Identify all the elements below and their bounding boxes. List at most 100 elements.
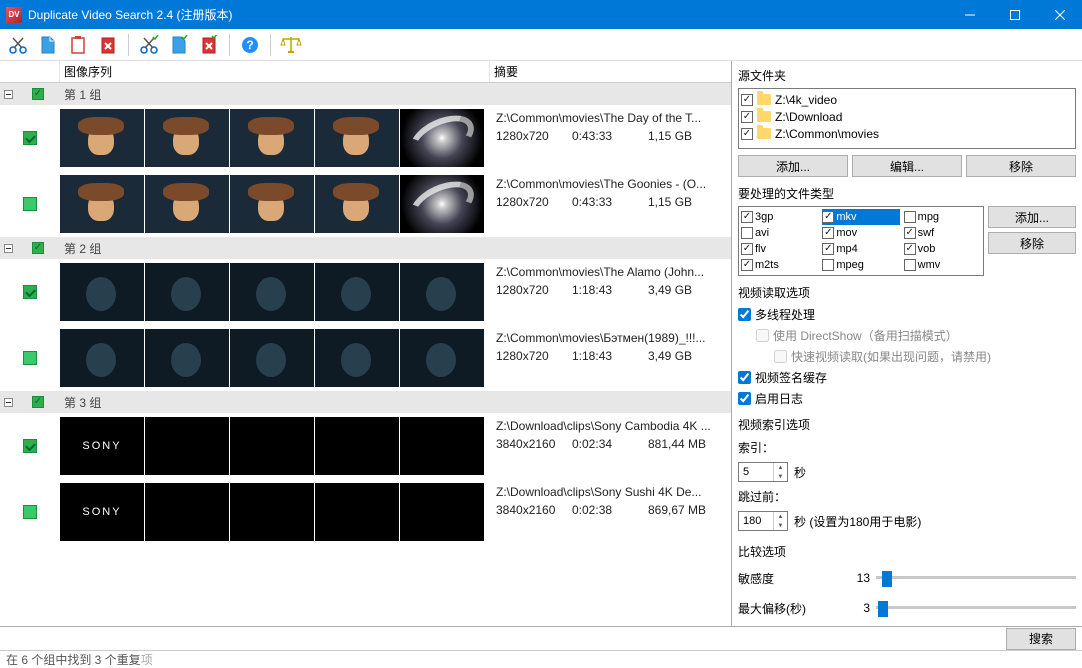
filetype-checkbox[interactable] xyxy=(822,211,834,223)
filetype-vob[interactable]: vob xyxy=(904,241,981,257)
index-spinner[interactable]: 5▲▼ xyxy=(738,462,788,482)
thumbnail[interactable] xyxy=(60,109,144,167)
thumbnail[interactable] xyxy=(400,263,484,321)
thumbnail[interactable] xyxy=(230,329,314,387)
thumbnail[interactable] xyxy=(400,109,484,167)
col-images[interactable]: 图像序列 xyxy=(60,61,490,82)
thumbnail[interactable] xyxy=(315,417,399,475)
maxoffset-slider[interactable] xyxy=(876,598,1076,618)
thumbnail[interactable] xyxy=(145,109,229,167)
row-checkbox[interactable] xyxy=(23,131,37,145)
result-row[interactable]: Z:\Common\movies\The Alamo (John... 1280… xyxy=(0,259,731,325)
collapse-icon[interactable] xyxy=(0,398,16,407)
filetype-remove-button[interactable]: 移除 xyxy=(988,232,1076,254)
thumbnail[interactable] xyxy=(315,329,399,387)
filetype-mpeg[interactable]: mpeg xyxy=(822,257,899,273)
filetype-checkbox[interactable] xyxy=(904,243,916,255)
delete-file-button[interactable] xyxy=(94,31,122,59)
result-row[interactable]: SONY Z:\Download\clips\Sony Sushi 4K De.… xyxy=(0,479,731,545)
thumbnail[interactable]: SONY xyxy=(60,483,144,541)
group-header[interactable]: 第 2 组 xyxy=(0,237,731,259)
opt-fastread[interactable]: 快速视频读取(如果出现问题，请禁用) xyxy=(774,348,1076,365)
filetype-add-button[interactable]: 添加... xyxy=(988,206,1076,228)
filetype-checkbox[interactable] xyxy=(904,259,916,271)
thumbnail[interactable] xyxy=(400,483,484,541)
minimize-button[interactable] xyxy=(947,0,992,29)
thumbnail[interactable] xyxy=(230,109,314,167)
search-button[interactable]: 搜索 xyxy=(1006,628,1076,650)
thumbnail[interactable] xyxy=(60,263,144,321)
row-checkbox[interactable] xyxy=(23,439,37,453)
filetype-checkbox[interactable] xyxy=(741,243,753,255)
close-button[interactable] xyxy=(1037,0,1082,29)
remove-source-button[interactable]: 移除 xyxy=(966,155,1076,177)
filetype-mp4[interactable]: mp4 xyxy=(822,241,899,257)
thumbnail[interactable] xyxy=(315,263,399,321)
group-checkbox[interactable] xyxy=(32,88,44,100)
delete-checked-button[interactable] xyxy=(195,31,223,59)
result-row[interactable]: Z:\Common\movies\The Goonies - (O... 128… xyxy=(0,171,731,237)
col-summary[interactable]: 摘要 xyxy=(490,61,731,82)
thumbnail[interactable] xyxy=(145,417,229,475)
cut-button[interactable] xyxy=(4,31,32,59)
filetype-mpg[interactable]: mpg xyxy=(904,209,981,225)
result-row[interactable]: SONY Z:\Download\clips\Sony Cambodia 4K … xyxy=(0,413,731,479)
filetype-checkbox[interactable] xyxy=(741,227,753,239)
opt-multithread[interactable]: 多线程处理 xyxy=(738,306,1076,323)
collapse-icon[interactable] xyxy=(0,90,16,99)
row-checkbox[interactable] xyxy=(23,285,37,299)
source-checkbox[interactable] xyxy=(741,128,753,140)
sensitivity-slider[interactable] xyxy=(876,568,1076,588)
maximize-button[interactable] xyxy=(992,0,1037,29)
thumbnail[interactable] xyxy=(400,329,484,387)
filetype-checkbox[interactable] xyxy=(741,259,753,271)
rows-container[interactable]: 第 1 组 Z:\Common\movies\The Day of the T.… xyxy=(0,83,731,626)
opt-directshow[interactable]: 使用 DirectShow（备用扫描模式） xyxy=(756,327,1076,344)
filetypes-grid[interactable]: 3gpmkvmpgavimovswfflvmp4vobm2tsmpegwmv xyxy=(738,206,984,276)
filetype-wmv[interactable]: wmv xyxy=(904,257,981,273)
thumbnail[interactable] xyxy=(400,417,484,475)
filetype-checkbox[interactable] xyxy=(822,243,834,255)
add-source-button[interactable]: 添加... xyxy=(738,155,848,177)
thumbnail[interactable] xyxy=(145,175,229,233)
new-file-button[interactable] xyxy=(34,31,62,59)
filetype-checkbox[interactable] xyxy=(822,259,834,271)
row-checkbox[interactable] xyxy=(23,351,37,365)
filetype-mkv[interactable]: mkv xyxy=(822,209,899,225)
balance-button[interactable] xyxy=(277,31,305,59)
filetype-checkbox[interactable] xyxy=(904,227,916,239)
thumbnail[interactable] xyxy=(230,263,314,321)
collapse-icon[interactable] xyxy=(0,244,16,253)
group-header[interactable]: 第 3 组 xyxy=(0,391,731,413)
filetype-flv[interactable]: flv xyxy=(741,241,818,257)
result-row[interactable]: Z:\Common\movies\Бэтмен(1989)_!!!... 128… xyxy=(0,325,731,391)
skip-spinner[interactable]: 180▲▼ xyxy=(738,511,788,531)
source-folder-item[interactable]: Z:\Download xyxy=(741,108,1073,125)
thumbnail[interactable] xyxy=(315,483,399,541)
thumbnail[interactable] xyxy=(230,175,314,233)
result-row[interactable]: Z:\Common\movies\The Day of the T... 128… xyxy=(0,105,731,171)
filetype-m2ts[interactable]: m2ts xyxy=(741,257,818,273)
group-checkbox[interactable] xyxy=(32,242,44,254)
thumbnail[interactable] xyxy=(230,483,314,541)
filetype-checkbox[interactable] xyxy=(904,211,916,223)
row-checkbox[interactable] xyxy=(23,197,37,211)
thumbnail[interactable] xyxy=(315,109,399,167)
source-checkbox[interactable] xyxy=(741,94,753,106)
thumbnail[interactable] xyxy=(145,263,229,321)
thumbnail[interactable] xyxy=(60,329,144,387)
thumbnail[interactable] xyxy=(60,175,144,233)
thumbnail[interactable] xyxy=(145,329,229,387)
filetype-mov[interactable]: mov xyxy=(822,225,899,241)
thumbnail[interactable] xyxy=(400,175,484,233)
source-folder-item[interactable]: Z:\4k_video xyxy=(741,91,1073,108)
thumbnail[interactable]: SONY xyxy=(60,417,144,475)
group-header[interactable]: 第 1 组 xyxy=(0,83,731,105)
filetype-3gp[interactable]: 3gp xyxy=(741,209,818,225)
cut-checked-button[interactable] xyxy=(135,31,163,59)
group-checkbox[interactable] xyxy=(32,396,44,408)
opt-sigcache[interactable]: 视频签名缓存 xyxy=(738,369,1076,386)
opt-log[interactable]: 启用日志 xyxy=(738,390,1076,407)
thumbnail[interactable] xyxy=(315,175,399,233)
filetype-checkbox[interactable] xyxy=(822,227,834,239)
